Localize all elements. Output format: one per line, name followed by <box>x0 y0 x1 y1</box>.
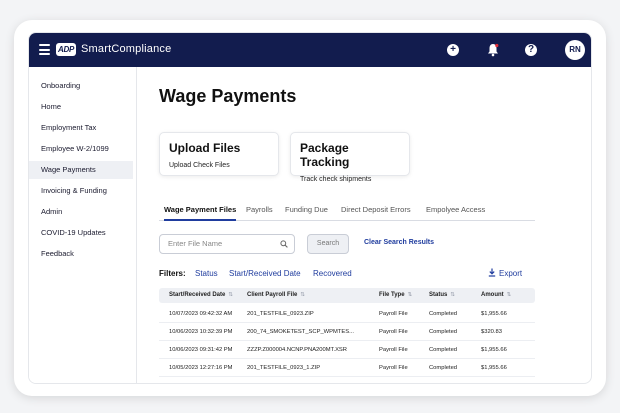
cell-amount: $320.83 <box>481 329 502 335</box>
cell-date: 10/05/2023 12:27:16 PM <box>169 365 233 371</box>
sort-icon[interactable]: ⇅ <box>300 292 305 298</box>
upload-files-subtitle: Upload Check Files <box>169 162 230 169</box>
sort-icon[interactable]: ⇅ <box>408 292 413 298</box>
search-icon[interactable] <box>280 240 288 248</box>
sidebar-item-admin[interactable]: Admin <box>29 203 133 221</box>
sort-icon[interactable]: ⇅ <box>228 292 233 298</box>
page-title: Wage Payments <box>159 86 297 106</box>
cell-date: 10/07/2023 09:42:32 AM <box>169 311 233 317</box>
search-placeholder: Enter File Name <box>168 239 223 248</box>
search-input[interactable]: Enter File Name <box>159 234 295 254</box>
cell-amount: $1,955.66 <box>481 311 507 317</box>
sidebar-item-wage-payments[interactable]: Wage Payments <box>29 161 133 179</box>
filter-recovered[interactable]: Recovered <box>313 269 352 278</box>
cell-amount: $1,955.66 <box>481 347 507 353</box>
tab-wage-payment-files[interactable]: Wage Payment Files <box>164 205 237 221</box>
sidebar-item-onboarding[interactable]: Onboarding <box>29 77 133 95</box>
table-row[interactable]: 10/06/2023 09:31:42 PM ZZZP.Z000004.NCNP.… <box>159 341 535 359</box>
cell-status: Completed <box>429 347 458 353</box>
adp-logo: ADP <box>56 43 76 56</box>
cell-date: 10/06/2023 10:32:39 PM <box>169 377 233 383</box>
tab-bar: Wage Payment Files Payrolls Funding Due … <box>159 205 535 221</box>
sort-icon[interactable]: ⇅ <box>507 292 512 298</box>
table-row[interactable]: 10/05/2023 12:27:16 PM 201_TESTFILE_0923_… <box>159 359 535 377</box>
filter-start-received-date[interactable]: Start/Received Date <box>229 269 301 278</box>
table-header: Start/Received Date ⇅ Client Payroll File… <box>159 288 535 303</box>
cell-file: 200_74_SMOKETEST_SCP_WPMTES... <box>247 329 354 335</box>
package-tracking-title: Package Tracking <box>300 141 350 169</box>
sidebar-item-employee-w2-1099[interactable]: Employee W-2/1099 <box>29 140 133 158</box>
cell-file: 200_74_SMOKETEST_SCP_WPMTES... <box>247 377 354 383</box>
tab-employee-access[interactable]: Empolyee Access <box>426 205 485 221</box>
sort-icon[interactable]: ⇅ <box>450 292 455 298</box>
package-tracking-subtitle: Track check shipments <box>300 176 372 183</box>
package-tracking-card[interactable]: Package Tracking Track check shipments <box>290 132 410 183</box>
cell-file: 201_TESTFILE_0923_1.ZIP <box>247 365 321 371</box>
cell-file-type: Payroll File <box>379 347 408 353</box>
column-header-file[interactable]: Client Payroll File ⇅ <box>247 288 305 303</box>
table-row[interactable]: 10/06/2023 10:32:39 PM 200_74_SMOKETEST_S… <box>159 323 535 341</box>
cell-amount: $320.83 <box>481 377 502 383</box>
screenshot-frame: ADP SmartCompliance + ? RN Onboarding Ho… <box>14 20 606 396</box>
sidebar-item-invoicing-funding[interactable]: Invoicing & Funding <box>29 182 133 200</box>
column-header-amount[interactable]: Amount ⇅ <box>481 288 511 303</box>
table-row[interactable]: 10/06/2023 10:32:39 PM 200_74_SMOKETEST_S… <box>159 377 535 383</box>
tab-payrolls[interactable]: Payrolls <box>246 205 273 221</box>
sidebar-item-home[interactable]: Home <box>29 98 133 116</box>
sidebar-item-employment-tax[interactable]: Employment Tax <box>29 119 133 137</box>
app-window: ADP SmartCompliance + ? RN Onboarding Ho… <box>28 32 592 384</box>
cell-status: Completed <box>429 365 458 371</box>
cell-file-type: Payroll File <box>379 377 408 383</box>
filter-status[interactable]: Status <box>195 269 218 278</box>
cell-date: 10/06/2023 09:31:42 PM <box>169 347 233 353</box>
tab-direct-deposit-errors[interactable]: Direct Deposit Errors <box>341 205 411 221</box>
column-header-date[interactable]: Start/Received Date ⇅ <box>169 288 233 303</box>
download-icon[interactable] <box>488 268 496 277</box>
upload-files-title: Upload Files <box>169 141 241 155</box>
clear-search-results-link[interactable]: Clear Search Results <box>364 239 434 246</box>
main-content: Wage Payments Upload Files Upload Check … <box>137 67 591 383</box>
app-title: SmartCompliance <box>81 43 172 55</box>
cell-amount: $1,955.66 <box>481 365 507 371</box>
column-header-file-type[interactable]: File Type ⇅ <box>379 288 412 303</box>
sidebar-item-feedback[interactable]: Feedback <box>29 245 133 263</box>
search-button[interactable]: Search <box>307 234 349 254</box>
cell-status: Completed <box>429 329 458 335</box>
user-avatar[interactable]: RN <box>565 40 585 60</box>
cell-file-type: Payroll File <box>379 365 408 371</box>
export-button[interactable]: Export <box>499 269 522 278</box>
hamburger-menu-icon[interactable] <box>39 44 50 55</box>
cell-date: 10/06/2023 10:32:39 PM <box>169 329 233 335</box>
table-row[interactable]: 10/07/2023 09:42:32 AM 201_TESTFILE_0923.… <box>159 305 535 323</box>
add-icon[interactable]: + <box>447 44 459 56</box>
sidebar: Onboarding Home Employment Tax Employee … <box>29 67 137 383</box>
help-icon[interactable]: ? <box>525 44 537 56</box>
tab-funding-due[interactable]: Funding Due <box>285 205 328 221</box>
filters-label: Filters: <box>159 269 186 278</box>
cell-status: Completed <box>429 377 457 383</box>
cell-file-type: Payroll File <box>379 311 408 317</box>
cell-file: ZZZP.Z000004.NCNP.PNA200MT.XSR <box>247 347 347 353</box>
sidebar-item-covid-updates[interactable]: COVID-19 Updates <box>29 224 133 242</box>
upload-files-card[interactable]: Upload Files Upload Check Files <box>159 132 279 176</box>
cell-file: 201_TESTFILE_0923.ZIP <box>247 311 314 317</box>
cell-status: Completed <box>429 311 458 317</box>
top-navigation-bar: ADP SmartCompliance + ? RN <box>29 33 591 67</box>
column-header-status[interactable]: Status ⇅ <box>429 288 455 303</box>
cell-file-type: Payroll File <box>379 329 408 335</box>
bell-icon[interactable] <box>487 43 499 57</box>
